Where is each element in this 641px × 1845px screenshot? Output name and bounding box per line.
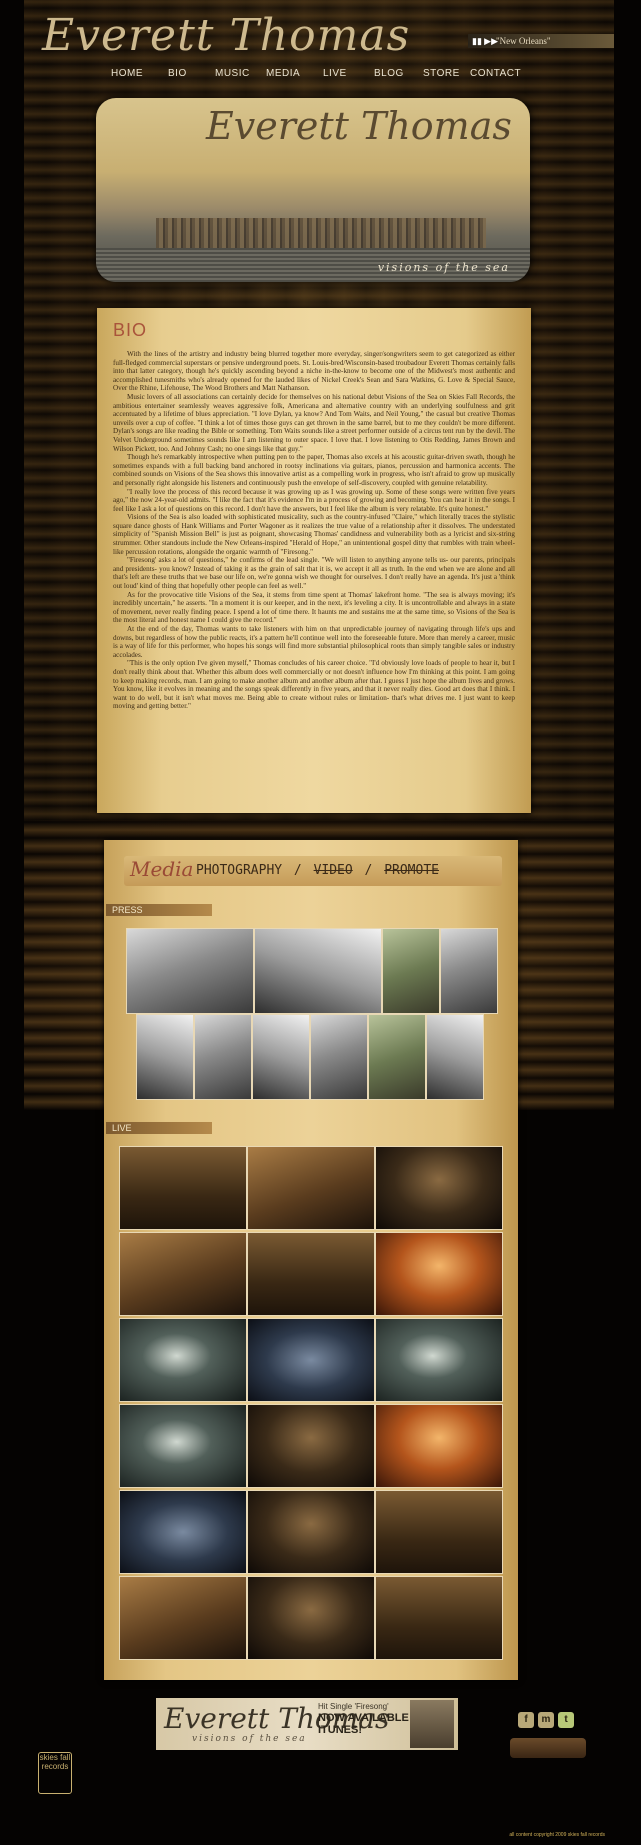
banner-title: Everett Thomas [206, 104, 512, 148]
live-photo[interactable] [375, 1146, 503, 1230]
live-photo[interactable] [119, 1146, 247, 1230]
itunes-ad-banner[interactable]: Everett Thomas visions of the sea Hit Si… [156, 1698, 458, 1750]
nav-music[interactable]: MUSIC [215, 68, 250, 79]
nav-bio[interactable]: BIO [168, 68, 187, 79]
live-photo[interactable] [247, 1318, 375, 1402]
live-photo[interactable] [119, 1576, 247, 1660]
press-photo[interactable] [194, 1014, 252, 1100]
live-photo[interactable] [247, 1404, 375, 1488]
bio-panel: BIO With the lines of the artistry and i… [97, 308, 531, 813]
city-skyline [156, 218, 486, 248]
footer-widget[interactable] [510, 1738, 586, 1758]
media-title: Media [130, 857, 194, 881]
press-photo[interactable] [126, 928, 254, 1014]
media-links: PHOTOGRAPHY / VIDEO / PROMOTE [196, 863, 443, 878]
live-label: LIVE [106, 1122, 212, 1134]
live-photo[interactable] [375, 1404, 503, 1488]
nav-blog[interactable]: BLOG [374, 68, 404, 79]
facebook-icon[interactable]: f [518, 1712, 534, 1728]
press-photo[interactable] [440, 928, 498, 1014]
live-photo[interactable] [119, 1404, 247, 1488]
tab-video[interactable]: VIDEO [314, 863, 353, 878]
media-tab-bar: Media PHOTOGRAPHY / VIDEO / PROMOTE [124, 856, 502, 886]
live-photo[interactable] [375, 1576, 503, 1660]
bio-heading: BIO [113, 320, 148, 340]
tab-photography[interactable]: PHOTOGRAPHY [196, 863, 282, 878]
bio-paragraph: Visions of the Sea is also loaded with s… [113, 513, 515, 556]
bio-paragraph: "I really love the process of this recor… [113, 487, 515, 513]
tab-separator: / [364, 863, 373, 878]
skies-fall-logo[interactable]: skies fall records [38, 1752, 72, 1794]
bio-paragraph: Though he's remarkably introspective whe… [113, 453, 515, 487]
media-panel: Media PHOTOGRAPHY / VIDEO / PROMOTE PRES… [104, 840, 518, 1680]
copyright-text: all content copyright 2009 skies fall re… [509, 1832, 605, 1838]
ad-album-name: visions of the sea [192, 1734, 307, 1744]
nav-media[interactable]: MEDIA [266, 68, 300, 79]
ad-hit-single: Hit Single 'Firesong' [318, 1702, 389, 1711]
press-photo[interactable] [252, 1014, 310, 1100]
bio-text: With the lines of the artistry and indus… [113, 350, 515, 806]
nav-live[interactable]: LIVE [323, 68, 347, 79]
press-label: PRESS [106, 904, 212, 916]
myspace-icon[interactable]: m [538, 1712, 554, 1728]
bio-paragraph: "This is the only option I've given myse… [113, 659, 515, 711]
music-player[interactable]: ▮▮ ▶▶ "New Orleans" [468, 34, 614, 48]
press-photo[interactable] [310, 1014, 368, 1100]
bio-paragraph: With the lines of the artistry and indus… [113, 350, 515, 393]
live-photo[interactable] [119, 1232, 247, 1316]
album-banner: Everett Thomas visions of the sea [96, 98, 530, 282]
bio-paragraph: At the end of the day, Thomas wants to t… [113, 625, 515, 659]
tab-separator: / [293, 863, 302, 878]
nav-contact[interactable]: CONTACT [470, 68, 521, 79]
main-nav: HOME BIO MUSIC MEDIA LIVE BLOG STORE CON… [0, 68, 641, 84]
bio-paragraph: As for the provocative title Visions of … [113, 590, 515, 625]
site-logo[interactable]: Everett Thomas [42, 10, 410, 61]
twitter-icon[interactable]: t [558, 1712, 574, 1728]
tab-promote[interactable]: PROMOTE [384, 863, 439, 878]
press-photo[interactable] [254, 928, 382, 1014]
press-photo[interactable] [368, 1014, 426, 1100]
bio-paragraph: "Firesong' asks a lot of questions," he … [113, 556, 515, 591]
press-photo[interactable] [382, 928, 440, 1014]
press-photo[interactable] [426, 1014, 484, 1100]
player-controls-icon[interactable]: ▮▮ ▶▶ [472, 34, 498, 48]
live-photo[interactable] [119, 1318, 247, 1402]
bio-paragraph: Music lovers of all associations can cer… [113, 392, 515, 453]
live-photo[interactable] [375, 1232, 503, 1316]
nav-home[interactable]: HOME [111, 68, 143, 79]
banner-subtitle: visions of the sea [377, 261, 510, 274]
live-photo[interactable] [375, 1318, 503, 1402]
now-playing: "New Orleans" [496, 36, 551, 46]
nav-store[interactable]: STORE [423, 68, 460, 79]
ad-artist-photo [410, 1700, 454, 1748]
live-photo[interactable] [247, 1232, 375, 1316]
live-photo[interactable] [375, 1490, 503, 1574]
live-photo[interactable] [247, 1490, 375, 1574]
live-photo[interactable] [247, 1146, 375, 1230]
live-photo[interactable] [247, 1576, 375, 1660]
live-photo[interactable] [119, 1490, 247, 1574]
press-photo[interactable] [136, 1014, 194, 1100]
